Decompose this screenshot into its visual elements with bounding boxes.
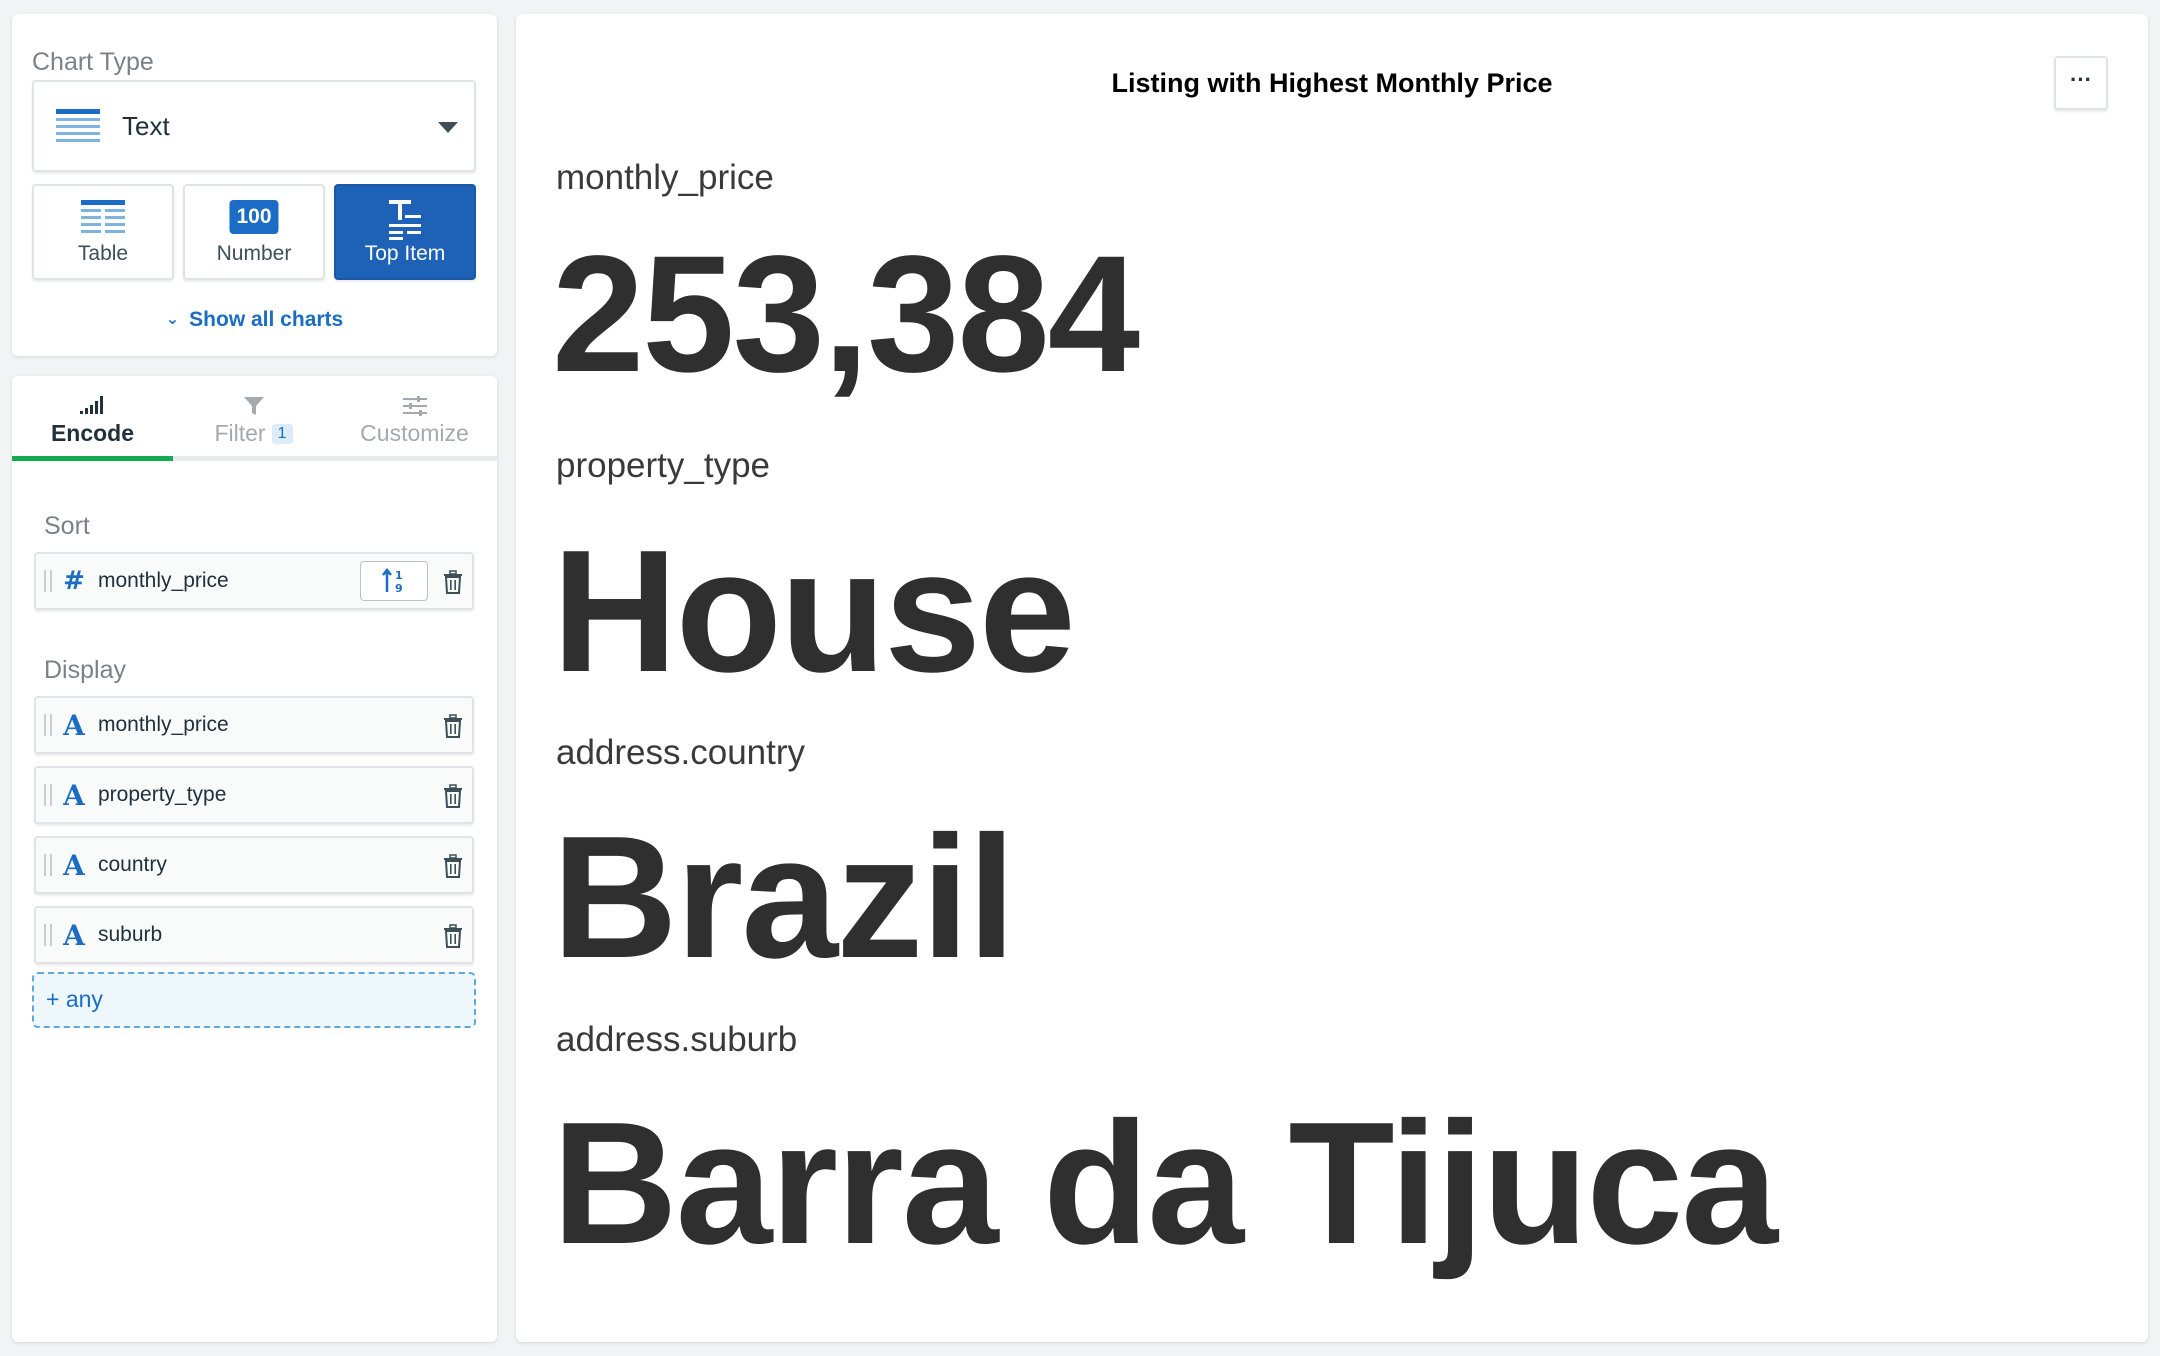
text-chart-icon (56, 109, 100, 142)
filter-count-badge: 1 (271, 424, 293, 444)
sort-ascending-icon: 1 9 (382, 568, 403, 594)
tab-encode-label: Encode (50, 420, 135, 446)
sliders-icon (402, 396, 427, 416)
display-field-pill[interactable]: A country (34, 836, 474, 894)
chart-type-number-label: Number (216, 242, 292, 265)
active-tab-indicator (12, 456, 173, 461)
top-item-field-value: Brazil (552, 799, 1016, 994)
show-all-charts-link[interactable]: ⌄ Show all charts (12, 308, 497, 332)
top-item-field-label: address.country (556, 733, 806, 772)
display-section-title: Display (44, 656, 126, 684)
chart-type-title: Chart Type (32, 48, 154, 76)
top-item-icon (389, 200, 421, 240)
table-icon (81, 200, 125, 233)
chart-type-top-item-button[interactable]: Top Item (334, 184, 476, 280)
encode-panel: Encode Filter 1 Customize Sort # monthly_… (12, 376, 497, 1342)
chart-title: Listing with Highest Monthly Price (1111, 68, 1553, 98)
encode-bars-icon (79, 396, 103, 414)
drag-handle-icon[interactable] (44, 924, 52, 946)
top-item-field-label: address.suburb (556, 1020, 798, 1059)
display-field-pill[interactable]: A monthly_price (34, 696, 474, 754)
add-field-drop-zone[interactable]: + any (32, 972, 476, 1028)
sort-section-title: Sort (44, 512, 90, 540)
hash-icon: # (63, 566, 85, 596)
drag-handle-icon[interactable] (44, 570, 52, 592)
display-field-pill[interactable]: A suburb (34, 906, 474, 964)
string-type-icon: A (63, 918, 85, 952)
chart-type-dropdown[interactable]: Text (32, 80, 476, 172)
trash-icon[interactable] (442, 784, 464, 808)
sort-order-button[interactable]: 1 9 (360, 561, 428, 601)
chevron-down-icon (438, 122, 458, 133)
chart-type-number-button[interactable]: 100 Number (183, 184, 325, 280)
display-field-name: country (98, 853, 167, 876)
svg-text:9: 9 (395, 582, 403, 594)
tab-encode[interactable]: Encode (12, 376, 173, 460)
string-type-icon: A (63, 708, 85, 742)
svg-text:1: 1 (395, 569, 403, 582)
display-field-name: property_type (98, 783, 227, 806)
number-chart-icon: 100 (229, 200, 279, 234)
chart-type-panel: Chart Type Text Table 100 Number Top Ite… (12, 14, 497, 356)
tab-customize-label: Customize (360, 420, 469, 446)
top-item-field-label: property_type (556, 446, 771, 485)
drag-handle-icon[interactable] (44, 784, 52, 806)
top-item-field-label: monthly_price (556, 158, 774, 197)
drag-handle-icon[interactable] (44, 714, 52, 736)
trash-icon[interactable] (442, 714, 464, 738)
string-type-icon: A (63, 848, 85, 882)
sort-field-name: monthly_price (98, 569, 229, 592)
chart-type-table-button[interactable]: Table (32, 184, 174, 280)
top-item-field-value: House (552, 513, 1076, 708)
chevron-down-icon: ⌄ (165, 311, 180, 328)
more-options-button[interactable]: ··· (2054, 56, 2108, 110)
trash-icon[interactable] (442, 854, 464, 878)
drag-handle-icon[interactable] (44, 854, 52, 876)
tab-filter[interactable]: Filter 1 (173, 376, 334, 460)
trash-icon[interactable] (442, 924, 464, 948)
string-type-icon: A (63, 778, 85, 812)
filter-icon (243, 397, 264, 415)
tab-filter-label-wrap: Filter 1 (173, 420, 334, 447)
tab-customize[interactable]: Customize (334, 376, 495, 460)
show-all-charts-label: Show all charts (189, 308, 344, 331)
top-item-field-value: 253,384 (552, 222, 1140, 407)
chart-panel: Listing with Highest Monthly Price ··· m… (516, 14, 2148, 1342)
tab-filter-label: Filter (214, 420, 266, 446)
chart-type-selected-label: Text (122, 110, 170, 141)
top-item-field-value: Barra da Tijuca (552, 1085, 1778, 1280)
trash-icon[interactable] (442, 570, 464, 594)
sort-field-pill[interactable]: # monthly_price 1 9 (34, 552, 474, 610)
display-field-name: suburb (98, 923, 163, 946)
display-field-pill[interactable]: A property_type (34, 766, 474, 824)
display-field-name: monthly_price (98, 713, 229, 736)
chart-type-top-item-label: Top Item (364, 242, 446, 265)
chart-type-table-label: Table (77, 242, 129, 265)
